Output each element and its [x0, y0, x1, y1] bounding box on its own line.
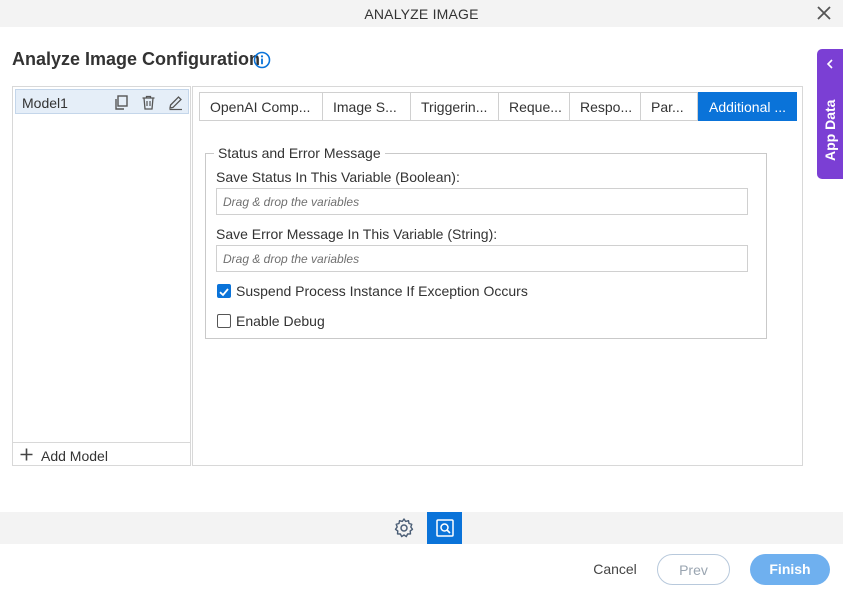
suspend-process-label: Suspend Process Instance If Exception Oc…: [236, 283, 528, 299]
models-panel: Model1 Add Model: [12, 86, 191, 466]
finish-button[interactable]: Finish: [750, 554, 830, 585]
tab-image-source[interactable]: Image S...: [322, 92, 411, 121]
status-error-section: Status and Error Message Save Status In …: [205, 145, 767, 339]
tab-triggering[interactable]: Triggerin...: [410, 92, 499, 121]
tab-additional[interactable]: Additional ...: [698, 92, 797, 121]
plus-icon: [20, 448, 33, 461]
enable-debug-checkbox[interactable]: [217, 314, 231, 328]
tab-parameters[interactable]: Par...: [640, 92, 698, 121]
status-variable-label: Save Status In This Variable (Boolean):: [216, 169, 460, 185]
tab-openai-component[interactable]: OpenAI Comp...: [199, 92, 323, 121]
model-name: Model1: [22, 95, 68, 111]
edit-icon[interactable]: [167, 94, 184, 111]
delete-icon[interactable]: [140, 94, 157, 111]
info-circle-icon[interactable]: [253, 51, 271, 69]
model-list-item[interactable]: Model1: [15, 89, 189, 114]
close-icon[interactable]: [815, 4, 833, 22]
enable-debug-label: Enable Debug: [236, 313, 325, 329]
section-legend: Status and Error Message: [214, 145, 385, 161]
tab-request[interactable]: Reque...: [498, 92, 570, 121]
tab-bar: OpenAI Comp... Image S... Triggerin... R…: [199, 92, 797, 121]
app-data-label: App Data: [822, 99, 838, 161]
add-model-button[interactable]: Add Model: [13, 442, 190, 466]
error-variable-label: Save Error Message In This Variable (Str…: [216, 226, 498, 242]
bottom-toolbar: [0, 512, 843, 544]
add-model-label: Add Model: [41, 448, 108, 464]
image-analysis-button[interactable]: [427, 512, 462, 544]
image-search-icon: [436, 519, 454, 537]
app-data-tab[interactable]: App Data: [817, 49, 843, 179]
cancel-button[interactable]: Cancel: [586, 561, 644, 577]
copy-icon[interactable]: [113, 94, 130, 111]
gear-icon[interactable]: [393, 517, 415, 539]
status-variable-input[interactable]: Drag & drop the variables: [216, 188, 748, 215]
title-bar: ANALYZE IMAGE: [0, 0, 843, 27]
prev-button[interactable]: Prev: [657, 554, 730, 585]
chevron-left-icon: [826, 59, 833, 69]
checkmark-icon: [219, 288, 229, 297]
tab-response[interactable]: Respo...: [569, 92, 641, 121]
page-title: Analyze Image Configuration: [12, 49, 261, 69]
config-panel: OpenAI Comp... Image S... Triggerin... R…: [192, 86, 803, 466]
window-title: ANALYZE IMAGE: [364, 6, 479, 22]
error-variable-input[interactable]: Drag & drop the variables: [216, 245, 748, 272]
suspend-process-checkbox[interactable]: [217, 284, 231, 298]
